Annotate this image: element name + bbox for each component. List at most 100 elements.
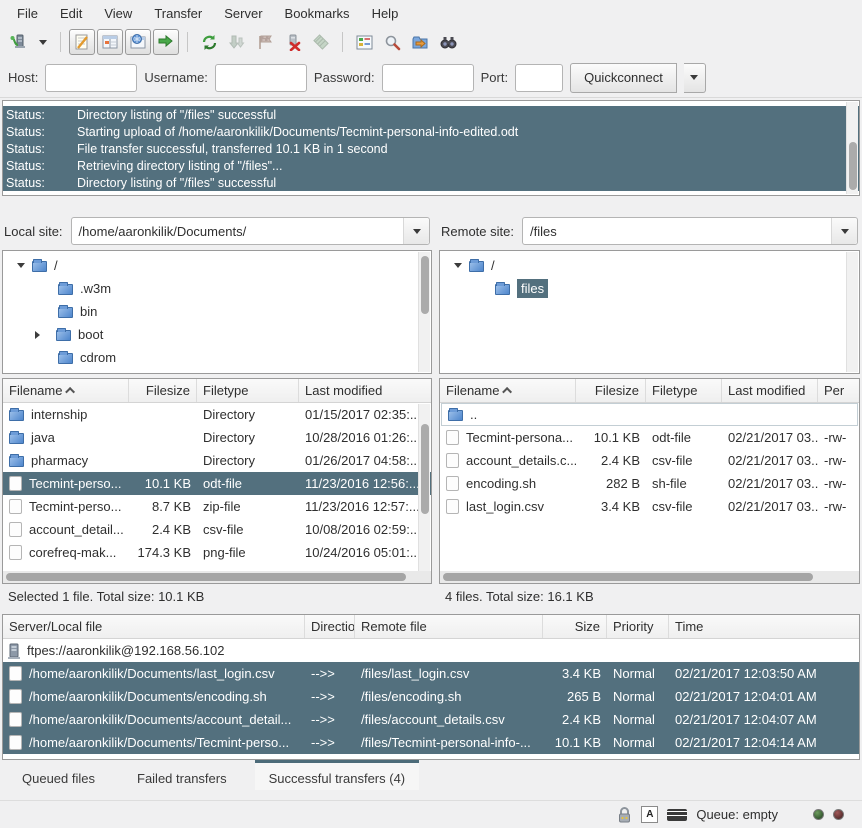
header-filename[interactable]: Filename [3, 379, 129, 402]
file-row[interactable]: corefreq-mak... 174.3 KB png-file 10/24/… [3, 541, 431, 564]
header-last-modified[interactable]: Last modified [299, 379, 431, 402]
local-list-scrollbar-thumb[interactable] [421, 424, 429, 514]
tree-item-bin[interactable]: bin [3, 300, 431, 323]
transfer-row[interactable]: /home/aaronkilik/Documents/Tecmint-perso… [3, 731, 859, 754]
toggle-message-log-button[interactable] [69, 29, 95, 55]
remote-path-combo[interactable]: /files [522, 217, 858, 245]
header-priority[interactable]: Priority [607, 615, 669, 638]
file-search-button[interactable] [379, 29, 405, 55]
disconnect-button[interactable] [280, 29, 306, 55]
header-last-modified[interactable]: Last modified [722, 379, 818, 402]
port-input[interactable] [515, 64, 563, 92]
remote-tree-scrollbar[interactable] [846, 252, 858, 372]
menu-help[interactable]: Help [361, 2, 410, 25]
tree-item-boot[interactable]: boot [3, 323, 431, 346]
toggle-local-tree-button[interactable] [97, 29, 123, 55]
local-path-combo[interactable]: /home/aaronkilik/Documents/ [71, 217, 430, 245]
tree-item-w3m[interactable]: .w3m [3, 277, 431, 300]
local-tree-scrollbar-thumb[interactable] [421, 256, 429, 314]
menu-transfer[interactable]: Transfer [143, 2, 213, 25]
expander-open-icon[interactable] [17, 263, 25, 268]
tab-failed-transfers[interactable]: Failed transfers [123, 760, 241, 790]
parent-directory-row[interactable]: .. [441, 403, 858, 426]
tree-item-root[interactable]: / [3, 254, 431, 277]
log-row[interactable]: Status: Directory listing of "/files" su… [3, 106, 859, 123]
header-direction[interactable]: Direction [305, 615, 355, 638]
file-row[interactable]: pharmacy Directory 01/26/2017 04:58:... [3, 449, 431, 472]
transfer-row[interactable]: /home/aaronkilik/Documents/last_login.cs… [3, 662, 859, 685]
abort-button[interactable] [308, 29, 334, 55]
local-path-dropdown-button[interactable] [403, 218, 429, 244]
header-permissions[interactable]: Per [818, 379, 859, 402]
log-row[interactable]: Status: Directory listing of "/files" su… [3, 174, 859, 191]
log-row[interactable]: Status: Starting upload of /home/aaronki… [3, 123, 859, 140]
remote-list-hscrollbar-thumb[interactable] [443, 573, 813, 581]
header-filetype[interactable]: Filetype [197, 379, 299, 402]
log-scrollbar-thumb[interactable] [849, 142, 857, 190]
tree-item-cdrom[interactable]: cdrom [3, 346, 431, 369]
site-manager-dropdown-button[interactable] [34, 29, 52, 55]
message-log[interactable]: Status: Directory listing of "/files" su… [2, 100, 860, 196]
local-tree[interactable]: / .w3m bin boot cdrom [2, 250, 432, 374]
remote-list-hscrollbar[interactable] [440, 571, 859, 583]
tab-successful-transfers[interactable]: Successful transfers (4) [255, 760, 420, 790]
file-row[interactable]: encoding.sh 282 B sh-file 02/21/2017 03.… [440, 472, 859, 495]
local-file-list[interactable]: Filename Filesize Filetype Last modified… [2, 378, 432, 584]
speed-limits-icon[interactable] [667, 809, 687, 821]
site-manager-button[interactable] [6, 29, 32, 55]
remote-file-list[interactable]: Filename Filesize Filetype Last modified… [439, 378, 860, 584]
file-row[interactable]: Tecmint-perso... 8.7 KB zip-file 11/23/2… [3, 495, 431, 518]
expander-open-icon[interactable] [454, 263, 462, 268]
expander-closed-icon[interactable] [35, 331, 40, 339]
process-queue-button[interactable] [224, 29, 250, 55]
remote-tree[interactable]: / files [439, 250, 860, 374]
tab-queued-files[interactable]: Queued files [8, 760, 109, 790]
file-row[interactable]: Tecmint-persona... 10.1 KB odt-file 02/2… [440, 426, 859, 449]
password-input[interactable] [382, 64, 474, 92]
file-row[interactable]: account_details.c... 2.4 KB csv-file 02/… [440, 449, 859, 472]
header-server-local-file[interactable]: Server/Local file [3, 615, 305, 638]
header-size[interactable]: Size [543, 615, 607, 638]
quickconnect-dropdown-button[interactable] [684, 63, 706, 93]
transfer-queue[interactable]: Server/Local file Direction Remote file … [2, 614, 860, 760]
menu-file[interactable]: File [6, 2, 49, 25]
header-filesize[interactable]: Filesize [129, 379, 197, 402]
server-row[interactable]: ftpes://aaronkilik@192.168.56.102 [3, 639, 859, 662]
refresh-button[interactable] [196, 29, 222, 55]
header-filetype[interactable]: Filetype [646, 379, 722, 402]
menu-bookmarks[interactable]: Bookmarks [274, 2, 361, 25]
cancel-button[interactable] [252, 29, 278, 55]
file-row[interactable]: last_login.csv 3.4 KB csv-file 02/21/201… [440, 495, 859, 518]
toggle-transfer-queue-button[interactable] [153, 29, 179, 55]
remote-path-dropdown-button[interactable] [831, 218, 857, 244]
log-row[interactable]: Status: Retrieving directory listing of … [3, 157, 859, 174]
directory-comparison-button[interactable] [435, 29, 461, 55]
transfer-row[interactable]: /home/aaronkilik/Documents/account_detai… [3, 708, 859, 731]
username-input[interactable] [215, 64, 307, 92]
file-row[interactable]: java Directory 10/28/2016 01:26:... [3, 426, 431, 449]
file-row-selected[interactable]: Tecmint-perso... 10.1 KB odt-file 11/23/… [3, 472, 431, 495]
quickconnect-button[interactable]: Quickconnect [570, 63, 677, 93]
local-tree-scrollbar[interactable] [418, 252, 430, 372]
log-scrollbar[interactable] [846, 102, 858, 194]
host-input[interactable] [45, 64, 137, 92]
header-time[interactable]: Time [669, 615, 859, 638]
local-list-hscrollbar-thumb[interactable] [6, 573, 406, 581]
menu-server[interactable]: Server [213, 2, 273, 25]
header-filesize[interactable]: Filesize [576, 379, 646, 402]
local-list-scrollbar[interactable] [418, 404, 430, 582]
header-filename[interactable]: Filename [440, 379, 576, 402]
file-row[interactable]: internship Directory 01/15/2017 02:35:..… [3, 403, 431, 426]
file-row[interactable]: account_detail... 2.4 KB csv-file 10/08/… [3, 518, 431, 541]
tree-item-files[interactable]: files [440, 277, 859, 300]
data-type-icon[interactable]: A [641, 806, 658, 823]
menu-view[interactable]: View [93, 2, 143, 25]
transfer-row[interactable]: /home/aaronkilik/Documents/encoding.sh -… [3, 685, 859, 708]
log-row[interactable]: Status: File transfer successful, transf… [3, 140, 859, 157]
tree-item-root[interactable]: / [440, 254, 859, 277]
toggle-remote-tree-button[interactable] [125, 29, 151, 55]
local-list-hscrollbar[interactable] [3, 571, 431, 583]
synchronized-browsing-button[interactable] [407, 29, 433, 55]
directory-filter-button[interactable] [351, 29, 377, 55]
menu-edit[interactable]: Edit [49, 2, 93, 25]
